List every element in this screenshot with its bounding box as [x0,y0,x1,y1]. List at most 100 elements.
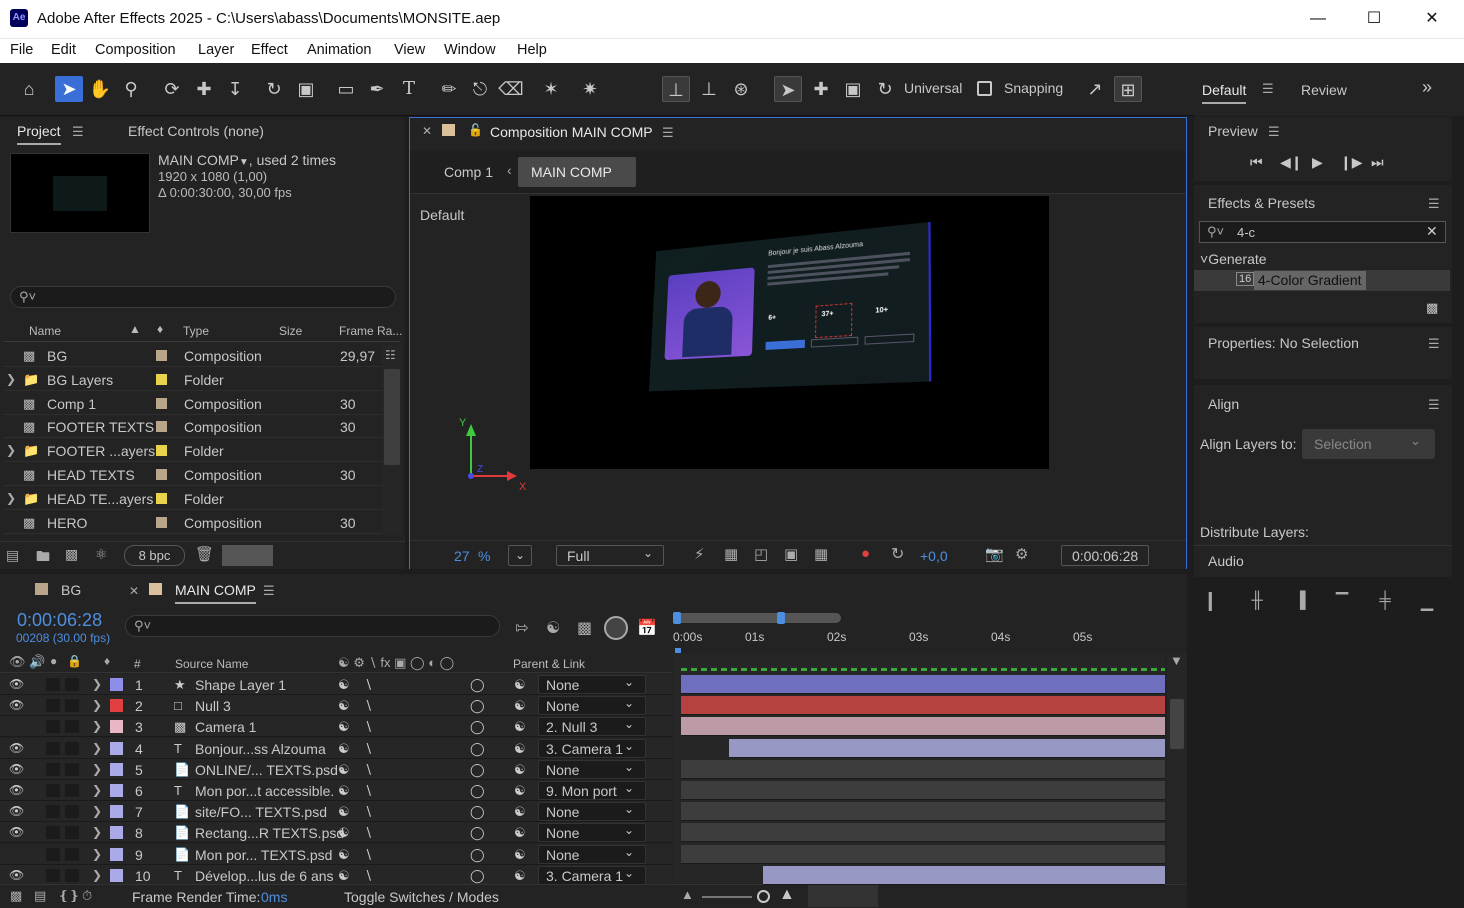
eye-icon[interactable]: 👁 [9,783,24,797]
layer-row[interactable]: 👁 ❯ 10 T Dévelop...lus de 6 ans ☯ ∖ ◯ ☯ 3. Camer… [0,865,672,886]
snapping-label[interactable]: Snapping [1004,80,1063,96]
lock-toggle[interactable] [65,869,79,882]
eye-icon[interactable]: 👁 [9,698,24,712]
layer-bar[interactable] [681,845,1165,864]
render-time-icon[interactable]: ⏱ [82,888,92,904]
snapshot-icon[interactable]: 📷 [985,545,1004,563]
eye-icon[interactable]: 👁 [9,677,24,691]
chevron-right-icon[interactable]: ❯ [92,677,102,691]
zoom-slider-track[interactable] [702,896,752,898]
layer-row[interactable]: 👁 ❯ 1 ★ Shape Layer 1 ☯ ∖ ◯ ☯ None ⌄ [0,674,672,695]
snap-options-icon[interactable]: ↗ [1081,76,1109,102]
clone-stamp-icon[interactable]: ⎋ [466,76,494,102]
project-item[interactable]: ▩ HEAD TEXTS Composition 30 [4,463,382,486]
clear-search-icon[interactable]: ✕ [1426,223,1438,240]
project-scrollbar[interactable]: ☷ [382,345,402,535]
pickwhip-icon[interactable]: ☯ [514,868,526,884]
solo-toggle[interactable] [46,720,60,733]
transparency-grid-icon[interactable]: ▦ [724,545,738,563]
project-item[interactable]: ❯ 📁 FOOTER ...ayers Folder [4,439,382,462]
fast-preview-icon[interactable]: ⚡ [694,545,705,563]
layer-name[interactable]: Null 3 [195,698,231,714]
project-item[interactable]: ▩ FOOTER TEXTS Composition 30 [4,415,382,438]
brush-tool-icon[interactable]: ✏ [435,76,463,102]
pickwhip-icon[interactable]: ☯ [514,804,526,820]
last-frame-icon[interactable]: ⏭ [1371,154,1384,171]
solo-toggle[interactable] [46,763,60,776]
menu-edit[interactable]: Edit [51,42,76,58]
layer-switches[interactable]: ☯ ∖ [338,741,372,757]
rotation-tool-icon[interactable]: ↻ [260,76,288,102]
layer-bar[interactable] [681,823,1165,842]
solo-icon[interactable]: ● [50,654,57,668]
new-comp-icon[interactable]: ▩ [65,546,78,563]
chevron-right-icon[interactable]: ❯ [92,804,102,818]
layer-label-color[interactable] [110,826,123,839]
breadcrumb-parent[interactable]: Comp 1 [444,164,493,180]
channels-icon[interactable]: ● [861,545,870,562]
menu-animation[interactable]: Animation [307,42,371,58]
layer-name[interactable]: Mon por... TEXTS.psd [195,847,332,863]
motion-blur-icon[interactable] [604,616,628,640]
world-axis-icon[interactable]: ⊥ [695,76,723,102]
lock-toggle[interactable] [65,826,79,839]
cube-3d-icon[interactable]: ◯ [470,783,485,799]
play-icon[interactable]: ▶ [1312,154,1323,171]
eye-icon[interactable]: 👁 [9,762,24,776]
lock-toggle[interactable] [65,784,79,797]
roto-brush-icon[interactable]: ✶ [537,76,565,102]
cube-3d-icon[interactable]: ◯ [470,719,485,735]
layer-label-color[interactable] [110,848,123,861]
align-to-dropdown[interactable]: Selection ⌄ [1302,429,1435,459]
pan-camera-icon[interactable]: ✚ [190,76,218,102]
cube-3d-icon[interactable]: ◯ [470,762,485,778]
project-item-label[interactable] [156,517,167,528]
timeline-scrollbar[interactable]: ▼ [1167,653,1187,883]
layer-row[interactable]: 👁 ❯ 6 T Mon por...t accessible. ☯ ∖ ◯ ☯ 9. Mon p… [0,780,672,801]
layer-name[interactable]: site/FO... TEXTS.psd [195,804,327,820]
timeline-hscroll[interactable] [808,885,878,907]
category-generate[interactable]: ˅Generate [1200,251,1267,267]
layer-label-color[interactable] [110,720,123,733]
orbit-camera-icon[interactable]: ⟳ [158,76,186,102]
zoom-out-icon[interactable]: ▲ [681,887,694,902]
cube-3d-icon[interactable]: ◯ [470,677,485,693]
pickwhip-icon[interactable]: ☯ [514,741,526,757]
pickwhip-icon[interactable]: ☯ [514,783,526,799]
pan-behind-icon[interactable]: ▣ [292,76,320,102]
layer-switches-icon[interactable]: ▩ [10,888,22,904]
in-out-icon[interactable]: ❴❵ [58,888,80,904]
layer-switches[interactable]: ☯ ∖ [338,762,372,778]
lock-toggle[interactable] [65,720,79,733]
layer-row[interactable]: 👁 ❯ 7 📄 site/FO... TEXTS.psd ☯ ∖ ◯ ☯ None ⌄ [0,801,672,822]
comp-timecode[interactable]: 0:00:06:28 [1061,545,1149,566]
menu-help[interactable]: Help [517,42,547,58]
timeline-scrollbar-thumb[interactable] [1170,699,1184,749]
layer-switches[interactable]: ☯ ∖ [338,825,372,841]
pickwhip-icon[interactable]: ☯ [514,847,526,863]
project-item[interactable]: ▩ HERO Composition 30 [4,511,382,534]
project-tab[interactable]: Project [17,123,61,145]
draft-3d-icon[interactable]: ☯ [546,618,560,638]
cube-3d-icon[interactable]: ◯ [470,804,485,820]
flowchart-icon[interactable]: ☷ [385,348,396,362]
transfer-controls-icon[interactable]: ▤ [34,888,46,904]
layer-row[interactable]: ❯ 3 ▩ Camera 1 ☯ ∖ ◯ ☯ 2. Null 3 ⌄ [0,716,672,737]
layer-switches[interactable]: ☯ ∖ [338,677,372,693]
solo-toggle[interactable] [46,742,60,755]
workspace-review[interactable]: Review [1301,82,1347,98]
project-item[interactable]: ❯ 📁 BG Layers Folder [4,368,382,391]
color-swatch[interactable] [222,545,273,566]
align-right-icon[interactable]: ▐ [1289,592,1311,612]
layer-name[interactable]: Dévelop...lus de 6 ans [195,868,334,884]
trash-icon[interactable]: 🗑 [195,545,214,563]
project-item-label[interactable] [156,493,167,504]
layer-label-color[interactable] [110,678,123,691]
layer-name[interactable]: Bonjour...ss Alzouma [195,741,326,757]
home-icon[interactable]: ⌂ [15,76,43,102]
view-axis-icon[interactable]: ⊛ [727,76,755,102]
menu-file[interactable]: File [10,42,33,58]
show-snapshot-icon[interactable]: ⚙ [1015,545,1028,563]
close-icon[interactable]: ✕ [1404,4,1460,34]
effects-menu-icon[interactable]: ☰ [1428,196,1440,212]
